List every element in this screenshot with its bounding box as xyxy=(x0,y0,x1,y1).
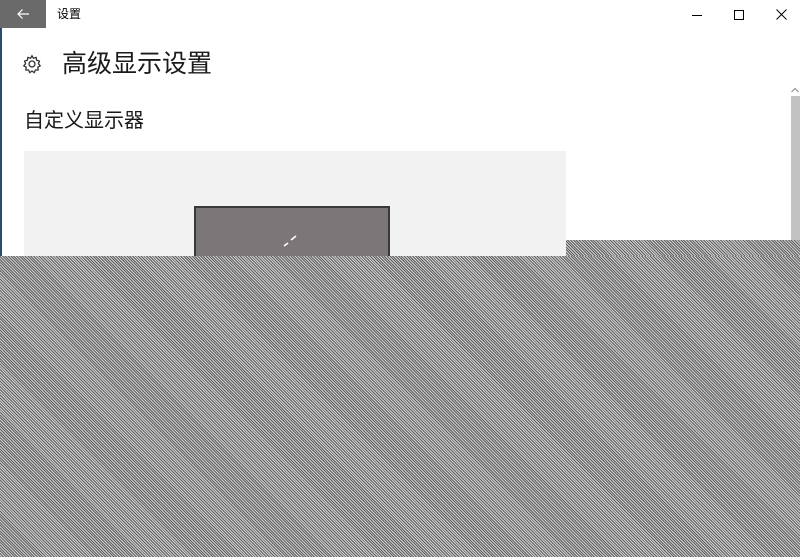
section-title: 自定义显示器 xyxy=(24,108,144,132)
window-left-border xyxy=(0,0,2,256)
gear-icon xyxy=(22,54,42,74)
page-title: 高级显示设置 xyxy=(62,49,213,78)
title-bar: 设置 xyxy=(0,0,800,28)
scrollbar-thumb[interactable] xyxy=(791,96,800,241)
maximize-button[interactable] xyxy=(718,0,760,28)
minimize-button[interactable] xyxy=(676,0,718,28)
close-button[interactable] xyxy=(760,0,800,28)
close-icon xyxy=(775,5,787,24)
minimize-icon xyxy=(692,5,702,24)
display-preview xyxy=(24,151,566,266)
back-button[interactable] xyxy=(0,0,46,28)
maximize-icon xyxy=(734,5,744,24)
app-title: 设置 xyxy=(57,7,82,21)
settings-window: 设置 高级显示设置 自定义显示器 xyxy=(0,0,800,557)
back-arrow-icon xyxy=(16,5,30,24)
noise-overlay xyxy=(566,240,800,256)
noise-overlay xyxy=(0,256,800,557)
scroll-up-arrow-icon[interactable] xyxy=(790,84,800,96)
